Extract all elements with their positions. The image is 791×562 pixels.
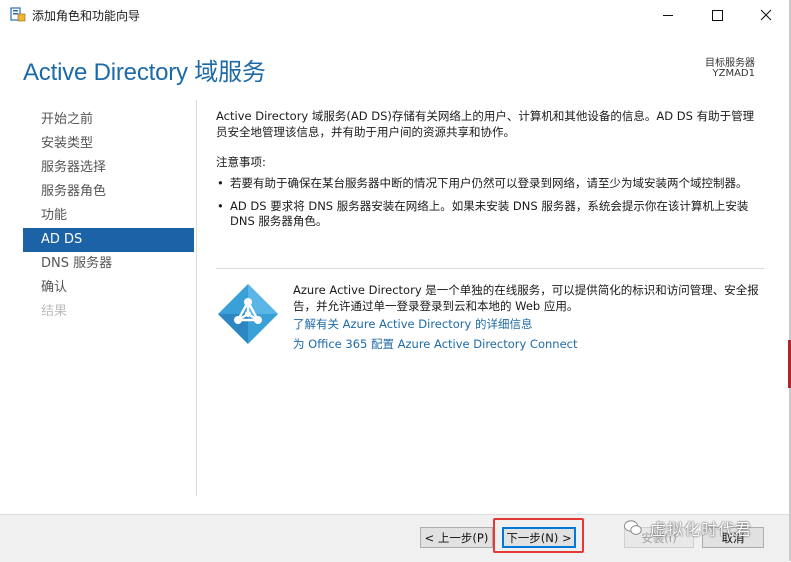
nav-item-server-roles[interactable]: 服务器角色 [23,180,194,204]
wizard-header: Active Directory 域服务 目标服务器 YZMAD1 [0,30,789,98]
section-divider [216,268,764,269]
wechat-icon [624,520,642,535]
target-server-name: YZMAD1 [712,68,756,79]
learn-more-azure-link[interactable]: 了解有关 Azure Active Directory 的详细信息 [293,316,532,332]
title-bar: 添加角色和功能向导 [0,0,789,30]
server-manager-icon [10,7,26,22]
maximize-icon [711,9,723,21]
nav-item-confirmation[interactable]: 确认 [23,276,194,300]
watermark-text: 虚拟化时代君 [650,520,753,539]
minimize-button[interactable] [645,0,691,30]
nav-item-server-selection[interactable]: 服务器选择 [23,156,194,180]
next-button-highlight [493,518,584,553]
azure-description: Azure Active Directory 是一个单独的在线服务，可以提供简化… [293,283,759,313]
nav-item-before-you-begin[interactable]: 开始之前 [23,108,194,132]
note-item: AD DS 要求将 DNS 服务器安装在网络上。如果未安装 DNS 服务器，系统… [216,199,764,229]
nav-item-dns-server[interactable]: DNS 服务器 [23,252,194,276]
previous-button[interactable]: < 上一步(P) [420,527,493,548]
notes-heading: 注意事项: [216,155,266,169]
maximize-button[interactable] [694,0,740,30]
minimize-icon [663,14,673,16]
configure-aad-connect-link[interactable]: 为 Office 365 配置 Azure Active Directory C… [293,336,577,352]
note-item: 若要有助于确保在某台服务器中断的情况下用户仍然可以登录到网络，请至少为域安装两个… [216,176,764,191]
window-title: 添加角色和功能向导 [32,9,141,23]
azure-ad-icon [218,284,278,344]
intro-text: Active Directory 域服务(AD DS)存储有关网络上的用户、计算… [216,109,755,139]
wizard-steps-nav: 开始之前 安装类型 服务器选择 服务器角色 功能 AD DS DNS 服务器 确… [23,108,194,324]
nav-item-installation-type[interactable]: 安装类型 [23,132,194,156]
nav-item-features[interactable]: 功能 [23,204,194,228]
wizard-window: 添加角色和功能向导 Active Directory 域服务 目标服务器 YZM… [0,0,791,562]
target-server-label: 目标服务器 [705,58,755,69]
page-title: Active Directory 域服务 [23,59,266,86]
nav-item-results: 结果 [41,304,68,319]
close-icon [760,9,772,21]
nav-item-ad-ds[interactable]: AD DS [23,228,194,252]
sidebar-divider [196,100,197,496]
close-button[interactable] [743,0,789,30]
main-content: Active Directory 域服务(AD DS)存储有关网络上的用户、计算… [216,108,764,237]
